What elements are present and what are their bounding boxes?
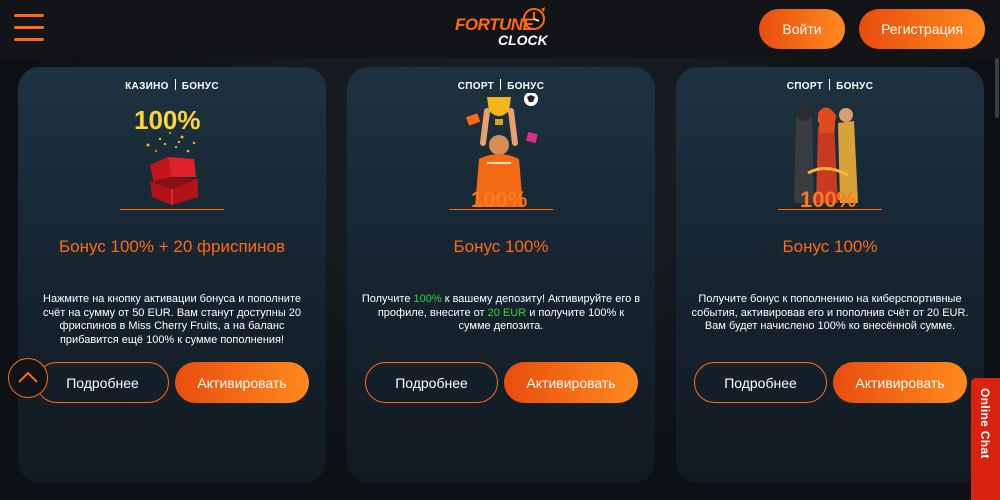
card-tags: СПОРТ БОНУС (347, 79, 655, 92)
bonus-card-casino: КАЗИНО БОНУС 100% Бонус 100% + 20 фриспин… (18, 67, 326, 483)
activate-button[interactable]: Активировать (833, 362, 967, 403)
clock-icon (523, 7, 545, 30)
tag-sport: СПОРТ (457, 81, 495, 92)
bonus-card-sport: СПОРТ БОНУС 100% Бонус 100% Получите 100%… (347, 67, 655, 483)
card-description: Нажмите на кнопку активации бонуса и поп… (42, 293, 302, 346)
card-title: Бонус 100% + 20 фриспинов (58, 237, 286, 256)
page-scrollbar[interactable] (994, 58, 1000, 378)
online-chat-label: Online Chat (978, 388, 992, 459)
card-tags: КАЗИНО БОНУС (18, 79, 326, 92)
more-button[interactable]: Подробнее (694, 362, 827, 403)
activate-button[interactable]: Активировать (175, 362, 309, 403)
tag-bonus: БОНУС (507, 81, 545, 92)
bonus-card-esport: СПОРТ БОНУС 100% Бонус 100% Получите бону… (676, 67, 984, 483)
scrollbar-thumb[interactable] (995, 58, 999, 118)
scroll-to-top-button[interactable] (8, 358, 48, 398)
tag-bonus: БОНУС (836, 81, 874, 92)
online-chat-button[interactable]: Online Chat (971, 378, 1000, 500)
card-description: Получите бонус к пополнению на киберспор… (691, 293, 969, 332)
card-description: Получите 100% к вашему депозиту! Активир… (361, 293, 641, 332)
tag-sport: СПОРТ (786, 81, 824, 92)
more-button[interactable]: Подробнее (365, 362, 498, 403)
title-underline (449, 209, 553, 210)
card-tags: СПОРТ БОНУС (676, 79, 984, 92)
card-title: Бонус 100% (782, 237, 878, 256)
activate-button[interactable]: Активировать (504, 362, 638, 403)
login-button[interactable]: Войти (759, 9, 845, 49)
highlight-amount: 20 EUR (487, 306, 527, 319)
tag-casino: КАЗИНО (125, 81, 169, 92)
more-button[interactable]: Подробнее (36, 362, 169, 403)
hamburger-menu-icon[interactable] (14, 14, 44, 42)
title-underline (778, 209, 882, 210)
title-underline (120, 209, 224, 210)
logo-text-clock: CLOCK (498, 32, 548, 48)
top-header: FORTUNE CLOCK Войти Регистрация (0, 0, 1000, 58)
register-button[interactable]: Регистрация (859, 9, 985, 49)
card-title: Бонус 100% (453, 237, 549, 256)
site-logo[interactable]: FORTUNE CLOCK (452, 6, 552, 50)
tag-bonus: БОНУС (181, 81, 219, 92)
chevron-up-icon (18, 371, 38, 383)
highlight-percent: 100% (413, 293, 442, 305)
badge-percent: 100% (134, 105, 201, 135)
